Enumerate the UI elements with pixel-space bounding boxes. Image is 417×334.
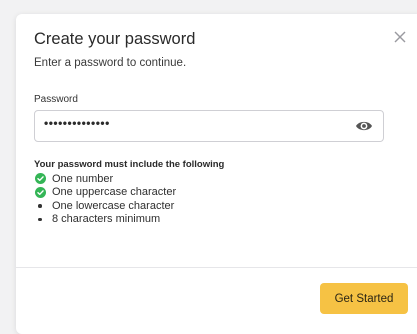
get-started-button[interactable]: Get Started: [320, 283, 408, 314]
requirement-item: One number: [34, 172, 176, 186]
requirement-item: One uppercase character: [34, 186, 176, 200]
requirement-label: One uppercase character: [52, 186, 177, 199]
check-circle-icon: [34, 173, 46, 185]
password-value: ••••••••••••••: [44, 116, 110, 130]
close-icon[interactable]: [392, 29, 408, 45]
requirement-item: 8 characters minimum: [34, 213, 176, 227]
requirements-heading: Your password must include the following: [34, 159, 225, 170]
bullet-icon: [34, 204, 46, 208]
bullet-icon: [34, 217, 46, 221]
create-password-dialog: Create your password Enter a password to…: [16, 14, 417, 334]
requirements-list: One number One uppercase character One l…: [34, 172, 176, 226]
check-circle-icon: [34, 186, 46, 198]
password-label: Password: [34, 94, 78, 105]
eye-icon[interactable]: [355, 118, 373, 134]
requirement-label: One number: [52, 172, 114, 185]
requirement-label: 8 characters minimum: [52, 213, 161, 226]
password-input[interactable]: ••••••••••••••: [34, 110, 384, 142]
footer-divider: [16, 267, 417, 268]
dialog-title: Create your password: [34, 30, 196, 48]
requirement-item: One lowercase character: [34, 199, 176, 213]
requirement-label: One lowercase character: [52, 199, 175, 212]
dialog-subtitle: Enter a password to continue.: [34, 57, 187, 69]
